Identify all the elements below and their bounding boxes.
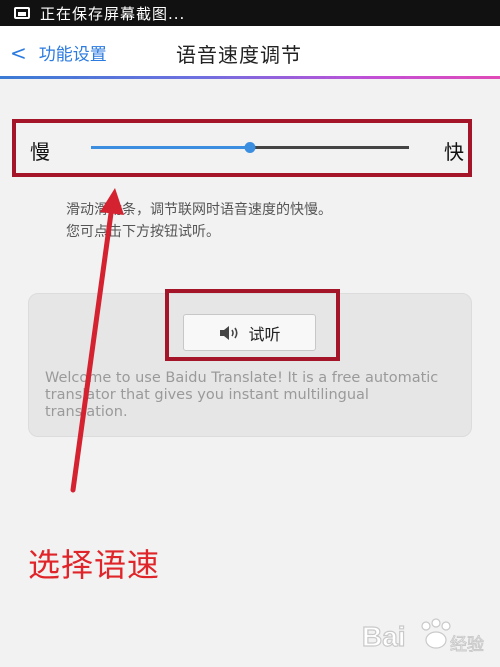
header-gradient-divider [0,76,500,79]
description-line-1: 滑动滑动条，调节联网时语音速度的快慢。 [66,202,332,218]
description-line-2: 您可点击下方按钮试听。 [66,224,220,240]
sample-text: Welcome to use Baidu Translate! It is a … [45,370,439,420]
svg-text:Bai: Bai [362,621,406,652]
back-label: 功能设置 [38,45,107,65]
baidu-jingyan-watermark: Bai 经验 [362,618,484,655]
page-title: 语音速度调节 [176,43,302,67]
status-bar: 正在保存屏幕截图... [0,0,500,26]
description: 滑动滑动条，调节联网时语音速度的快慢。 您可点击下方按钮试听。 [66,199,332,243]
speed-slider-row: 慢 快 [12,119,472,177]
listen-highlight-box [165,289,340,361]
chevron-left-icon: < [10,40,27,65]
screenshot-icon [14,7,30,19]
annotation-text: 选择语速 [28,546,161,584]
status-text: 正在保存屏幕截图... [40,4,186,23]
back-button[interactable]: < 功能设置 [10,40,107,66]
slider-highlight-box [12,119,472,177]
svg-text:经验: 经验 [450,635,484,655]
baidu-paw-icon [421,618,451,649]
